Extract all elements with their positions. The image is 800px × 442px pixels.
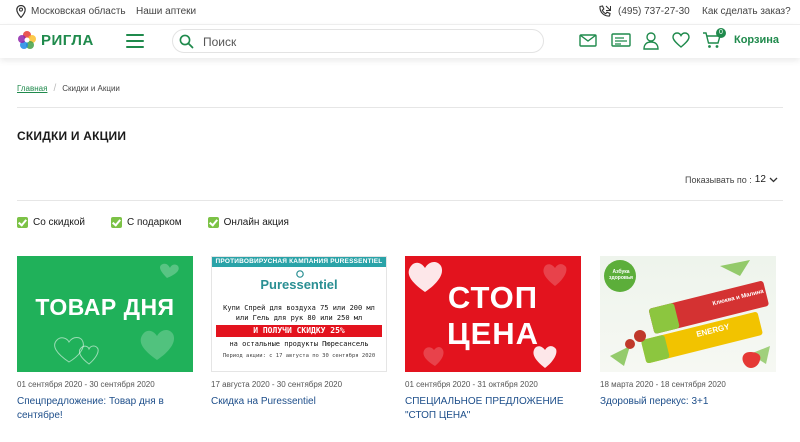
checkbox-checked-icon[interactable] xyxy=(17,217,28,228)
filter-label: Со скидкой xyxy=(33,217,85,228)
region-selector[interactable]: Московская область xyxy=(16,5,126,18)
promo-title-link[interactable]: Здоровый перекус: 3+1 xyxy=(600,395,776,409)
promo-image[interactable]: СТОП ЦЕНА xyxy=(405,256,581,372)
breadcrumb: Главная / Скидки и Акции xyxy=(17,83,120,94)
location-pin-icon xyxy=(16,5,26,18)
promo-image-text-line2: ЦЕНА xyxy=(446,316,540,351)
promo-image-period: Период акции: с 17 августа по 30 сентябр… xyxy=(222,353,376,359)
receipt-icon[interactable] xyxy=(611,32,631,48)
promo-title-link[interactable]: СПЕЦИАЛЬНОЕ ПРЕДЛОЖЕНИЕ "СТОП ЦЕНА" xyxy=(405,395,581,423)
search-input[interactable] xyxy=(203,33,523,50)
promo-card[interactable]: ПРОТИВОВИРУСНАЯ КАМПАНИЯ PURESSENTIEL Pu… xyxy=(211,256,387,409)
cart-count-badge: 0 xyxy=(716,28,726,38)
promo-brand-logo: Puressentiel xyxy=(260,277,338,292)
search-icon[interactable] xyxy=(179,34,194,49)
filter-online[interactable]: Онлайн акция xyxy=(207,217,289,228)
how-to-order-link[interactable]: Как сделать заказ? xyxy=(702,6,791,17)
promo-image[interactable]: ТОВАР ДНЯ xyxy=(17,256,193,372)
promo-date: 18 марта 2020 - 18 сентября 2020 xyxy=(600,380,726,389)
menu-burger-icon[interactable] xyxy=(126,34,144,48)
show-by-value: 12 xyxy=(754,174,766,185)
snack-brand-label: Азбука здоровья xyxy=(609,269,633,281)
show-by-label: Показывать по : xyxy=(685,174,752,185)
promo-card[interactable]: ТОВАР ДНЯ 01 сентября 2020 - 30 сентября… xyxy=(17,256,193,423)
checkbox-checked-icon[interactable] xyxy=(207,217,219,228)
pharmacies-link[interactable]: Наши аптеки xyxy=(136,6,196,17)
promo-image[interactable]: Азбука здоровья Клюква и Малина ENERGY xyxy=(600,256,776,372)
filter-bar: Со скидкой С подарком Онлайн акция xyxy=(17,217,315,228)
filter-gift[interactable]: С подарком xyxy=(111,217,182,228)
page-title: СКИДКИ И АКЦИИ xyxy=(17,129,127,143)
chevron-down-icon xyxy=(769,177,778,182)
mail-icon[interactable] xyxy=(579,32,597,48)
promo-date: 17 августа 2020 - 30 сентября 2020 xyxy=(211,380,343,389)
show-by-selector[interactable]: Показывать по : 12 xyxy=(685,174,778,185)
promo-date: 01 сентября 2020 - 30 сентября 2020 xyxy=(17,380,155,389)
divider xyxy=(17,200,783,201)
divider xyxy=(17,107,783,108)
promo-card[interactable]: СТОП ЦЕНА 01 сентября 2020 - 31 октября … xyxy=(405,256,581,423)
logo-text: РИГЛА xyxy=(41,31,94,49)
heart-icon[interactable] xyxy=(672,32,690,48)
promo-card[interactable]: Азбука здоровья Клюква и Малина ENERGY 1… xyxy=(600,256,776,409)
puressentiel-logo-icon xyxy=(296,270,304,278)
promo-image-discount: И ПОЛУЧИ СКИДКУ 25% xyxy=(216,325,382,337)
cart-button[interactable]: 0 Корзина xyxy=(702,28,779,49)
user-icon[interactable] xyxy=(643,32,659,50)
promo-image-line: Купи Спрей для воздуха 75 или 200 мл xyxy=(223,304,375,312)
promo-image-text-line1: СТОП xyxy=(447,280,539,315)
promo-title-link[interactable]: Скидка на Puressentiel xyxy=(211,395,387,409)
logo[interactable]: РИГЛА xyxy=(17,30,94,50)
promo-image-line: на остальные продукты Пюресансель xyxy=(229,340,369,348)
breadcrumb-separator: / xyxy=(53,83,57,94)
promo-image[interactable]: ПРОТИВОВИРУСНАЯ КАМПАНИЯ PURESSENTIEL Pu… xyxy=(211,256,387,372)
cart-label: Корзина xyxy=(734,34,779,46)
breadcrumb-home-link[interactable]: Главная xyxy=(17,84,47,93)
logo-flower-icon xyxy=(18,31,36,49)
filter-discount[interactable]: Со скидкой xyxy=(17,217,85,228)
promo-image-header: ПРОТИВОВИРУСНАЯ КАМПАНИЯ PURESSENTIEL xyxy=(212,257,386,267)
main-header: РИГЛА 0 Корзина xyxy=(0,24,800,58)
breadcrumb-current: Скидки и Акции xyxy=(62,84,120,93)
promo-title-link[interactable]: Спецпредложение: Товар дня в сентябре! xyxy=(17,395,193,423)
filter-label: С подарком xyxy=(127,217,182,228)
phone-icon xyxy=(599,5,611,17)
filter-label: Онлайн акция xyxy=(223,217,289,228)
top-bar: Московская область Наши аптеки (495) 737… xyxy=(0,0,800,24)
promo-image-text: ТОВАР ДНЯ xyxy=(35,294,175,320)
checkbox-checked-icon[interactable] xyxy=(111,217,122,228)
search-bar[interactable] xyxy=(172,29,544,53)
promo-image-text: СТОП ЦЕНА xyxy=(405,280,581,352)
promo-image-line: или Гель для рук 80 или 250 мл xyxy=(235,314,363,322)
phone-number: (495) 737-27-30 xyxy=(618,6,690,17)
promo-date: 01 сентября 2020 - 31 октября 2020 xyxy=(405,380,538,389)
region-label: Московская область xyxy=(31,6,126,17)
phone-link[interactable]: (495) 737-27-30 xyxy=(598,5,690,18)
